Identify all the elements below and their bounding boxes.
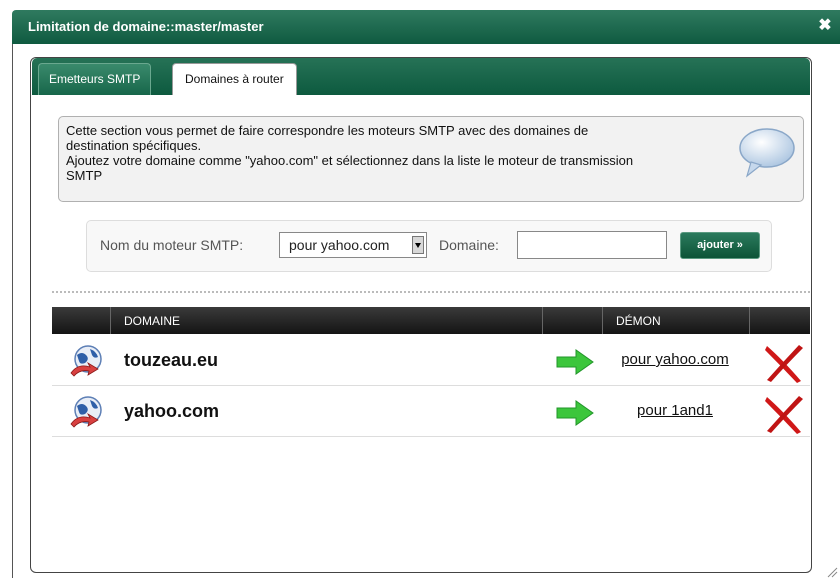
table-row: yahoo.com pour 1and1 — [52, 386, 810, 437]
smtp-engine-selected: pour yahoo.com — [289, 237, 390, 253]
tab-strip: Emetteurs SMTP Domaines à router — [32, 58, 810, 95]
smtp-engine-label: Nom du moteur SMTP: — [100, 237, 244, 253]
globe-icon — [70, 396, 102, 428]
row-demon-link[interactable]: pour yahoo.com — [603, 351, 747, 368]
table-row: touzeau.eu pour yahoo.com — [52, 335, 810, 386]
info-box: Cette section vous permet de faire corre… — [58, 116, 804, 202]
divider — [52, 291, 810, 293]
row-domain: yahoo.com — [124, 401, 220, 421]
info-line: SMTP — [66, 168, 103, 183]
delete-icon[interactable] — [763, 344, 805, 384]
add-button[interactable]: ajouter » — [680, 232, 760, 259]
row-domain: touzeau.eu — [124, 350, 219, 370]
header-separator — [110, 307, 111, 334]
info-text: Cette section vous permet de faire corre… — [66, 123, 746, 183]
close-icon[interactable]: ✖ — [816, 16, 834, 36]
column-header-domain: DOMAINE — [124, 314, 181, 328]
arrow-right-icon — [556, 349, 594, 375]
table-header: DOMAINE DÉMON — [52, 307, 810, 334]
speech-bubble-icon — [739, 128, 795, 178]
tab-emetteurs-smtp[interactable]: Emetteurs SMTP — [38, 63, 152, 95]
resize-handle-icon[interactable] — [826, 566, 838, 578]
header-separator — [542, 307, 543, 334]
domain-label: Domaine: — [439, 237, 499, 253]
column-header-demon: DÉMON — [616, 314, 661, 328]
delete-icon[interactable] — [763, 395, 805, 435]
info-line: destination spécifiques. — [66, 138, 202, 153]
header-separator — [749, 307, 750, 334]
chevron-down-icon[interactable] — [412, 236, 424, 254]
info-line: Cette section vous permet de faire corre… — [66, 123, 589, 138]
globe-icon — [70, 345, 102, 377]
arrow-right-icon — [556, 400, 594, 426]
tab-domaines-a-router[interactable]: Domaines à router — [172, 63, 297, 95]
smtp-engine-select[interactable]: pour yahoo.com — [279, 232, 427, 258]
window-title-bar: Limitation de domaine::master/master ✖ — [12, 10, 840, 44]
window-title: Limitation de domaine::master/master — [28, 19, 264, 34]
info-line: Ajoutez votre domaine comme "yahoo.com" … — [66, 153, 634, 168]
domain-input[interactable] — [517, 231, 667, 259]
row-demon-link[interactable]: pour 1and1 — [603, 402, 747, 419]
header-separator — [602, 307, 603, 334]
